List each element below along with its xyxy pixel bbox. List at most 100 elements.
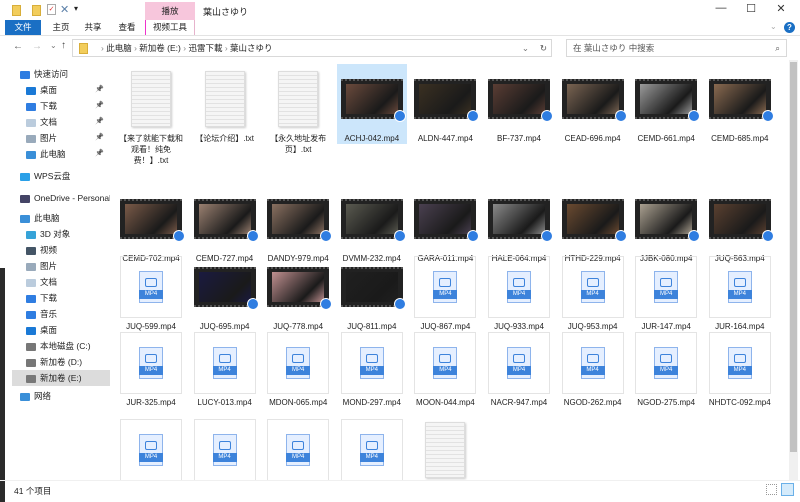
file-item[interactable]: MP4 MOND-297.mp4 <box>337 328 407 408</box>
details-view-button[interactable] <box>766 484 777 495</box>
file-item[interactable]: JUQ-695.mp4 <box>190 252 260 332</box>
pin-icon[interactable]: 📌 <box>95 114 104 130</box>
customize-toolbar-icon[interactable]: ▾ <box>74 4 78 13</box>
sidebar-item-music[interactable]: 音乐 <box>12 306 110 322</box>
file-thumbnail <box>635 68 701 130</box>
breadcrumb-drive-e[interactable]: 新加卷 (E:) <box>139 43 181 53</box>
file-item[interactable]: MP4 <box>337 415 407 480</box>
sidebar-item-star[interactable]: 快速访问 <box>12 66 110 82</box>
pin-icon[interactable]: 📌 <box>95 82 104 98</box>
close-button[interactable]: ✕ <box>768 2 794 18</box>
pin-icon[interactable]: 📌 <box>95 146 104 162</box>
maximize-button[interactable]: ☐ <box>738 2 764 18</box>
delete-icon[interactable]: ✕ <box>60 3 69 16</box>
sidebar-item-drive[interactable]: 本地磁盘 (C:) <box>12 338 110 354</box>
sidebar-item-document[interactable]: 文档 <box>12 274 110 290</box>
file-item[interactable]: MP4 <box>263 415 333 480</box>
file-item[interactable]: 【论坛介绍】.txt <box>190 64 260 144</box>
tab-video-tools[interactable]: 视频工具 <box>145 20 195 35</box>
file-item[interactable]: MP4 MOON-044.mp4 <box>410 328 480 408</box>
scrollbar-thumb[interactable] <box>790 62 797 452</box>
sidebar-item-download[interactable]: 下载 📌 <box>12 98 110 114</box>
sidebar-item-computer[interactable]: 此电脑 📌 <box>12 146 110 162</box>
tab-home[interactable]: 主页 <box>46 20 76 35</box>
file-item[interactable]: CEMD-661.mp4 <box>631 64 701 144</box>
player-badge-icon <box>541 110 553 122</box>
file-item[interactable]: MP4 JUR-325.mp4 <box>116 328 186 408</box>
back-button[interactable]: ← <box>13 41 23 52</box>
large-icons-view-button[interactable] <box>781 483 794 496</box>
sidebar-item-download[interactable]: 下载 <box>12 290 110 306</box>
file-thumbnail: MP4 <box>635 332 698 394</box>
file-item[interactable]: MP4 LUCY-013.mp4 <box>190 328 260 408</box>
tab-share[interactable]: 共享 <box>78 20 108 35</box>
up-button[interactable]: ↑ <box>61 40 66 51</box>
minimize-button[interactable]: — <box>708 2 734 18</box>
file-name: NACR-947.mp4 <box>490 398 548 407</box>
file-item[interactable]: MP4 NGOD-275.mp4 <box>631 328 701 408</box>
properties-icon[interactable]: ✓ <box>47 4 56 15</box>
new-folder-button[interactable] <box>32 5 41 16</box>
file-item[interactable]: MP4 NGOD-262.mp4 <box>558 328 628 408</box>
sidebar-item-onedrive[interactable]: OneDrive - Personal <box>12 190 110 206</box>
help-icon[interactable]: ? <box>784 22 795 33</box>
file-item[interactable]: CEAD-696.mp4 <box>558 64 628 144</box>
mp4-file-icon: MP4 <box>727 347 752 379</box>
file-item[interactable]: MP4 JUQ-599.mp4 <box>116 252 186 332</box>
video-thumbnail <box>120 199 185 242</box>
mp4-file-icon: MP4 <box>433 347 458 379</box>
breadcrumb-this-pc[interactable]: 此电脑 <box>106 43 132 53</box>
sidebar-item-cube[interactable]: 3D 对象 <box>12 226 110 242</box>
cube-icon <box>26 230 36 239</box>
file-item[interactable]: ALDN-447.mp4 <box>410 64 480 144</box>
file-item[interactable]: MP4 JUR-147.mp4 <box>631 252 701 332</box>
address-dropdown-icon[interactable]: ⌄ <box>522 40 529 56</box>
sidebar-item-desktop[interactable]: 桌面 📌 <box>12 82 110 98</box>
sidebar-item-pictures[interactable]: 图片 <box>12 258 110 274</box>
file-item[interactable]: MP4 JUR-164.mp4 <box>705 252 775 332</box>
file-item[interactable]: 【永久地址发布页】.txt <box>263 64 333 155</box>
pin-icon[interactable]: 📌 <box>95 98 104 114</box>
file-item[interactable]: ACHJ-042.mp4 <box>336 64 407 144</box>
file-item[interactable]: MP4 JUQ-953.mp4 <box>558 252 628 332</box>
recent-locations-button[interactable]: ⌄ <box>50 41 57 50</box>
sidebar-item-drive[interactable]: 新加卷 (D:) <box>12 354 110 370</box>
file-name: ALDN-447.mp4 <box>417 134 473 143</box>
context-tab-play[interactable]: 播放 <box>145 2 195 20</box>
sidebar-item-document[interactable]: 文档 📌 <box>12 114 110 130</box>
file-item[interactable]: JUQ-778.mp4 <box>263 252 333 332</box>
file-item[interactable]: MP4 NHDTC-092.mp4 <box>705 328 775 408</box>
file-name: LUCY-013.mp4 <box>197 398 252 407</box>
file-item[interactable]: MP4 NACR-947.mp4 <box>484 328 554 408</box>
sidebar-item-network[interactable]: 网络 <box>12 388 110 404</box>
sidebar-item-pictures[interactable]: 图片 📌 <box>12 130 110 146</box>
file-item[interactable]: MP4 <box>190 415 260 480</box>
file-item[interactable]: 【来了就能下载和观看！纯免费！】.txt <box>116 64 186 166</box>
address-bar[interactable]: › 此电脑 › 新加卷 (E:) › 迅雷下載 › 葉山さゆり ⌄ ↻ <box>72 39 552 57</box>
breadcrumb-current[interactable]: 葉山さゆり <box>230 43 273 53</box>
file-item[interactable]: BF-737.mp4 <box>484 64 554 144</box>
sidebar-item-desktop[interactable]: 桌面 <box>12 322 110 338</box>
file-item[interactable] <box>410 415 480 480</box>
download-icon <box>26 102 36 111</box>
tab-file[interactable]: 文件 <box>5 20 41 35</box>
refresh-button[interactable]: ↻ <box>540 40 547 56</box>
file-item[interactable]: CEMD-685.mp4 <box>705 64 775 144</box>
sidebar-item-drive[interactable]: 新加卷 (E:) <box>12 370 110 386</box>
file-item[interactable]: MP4 MDON-065.mp4 <box>263 328 333 408</box>
file-item[interactable]: MP4 JUQ-933.mp4 <box>484 252 554 332</box>
pin-icon[interactable]: 📌 <box>95 130 104 146</box>
file-item[interactable]: MP4 <box>116 415 186 480</box>
video-icon <box>26 246 36 255</box>
breadcrumb-xunlei[interactable]: 迅雷下載 <box>188 43 222 53</box>
file-item[interactable]: JUQ-811.mp4 <box>337 252 407 332</box>
file-name: NHDTC-092.mp4 <box>708 398 771 407</box>
sidebar-item-video[interactable]: 视频 <box>12 242 110 258</box>
expand-ribbon-icon[interactable]: ⌄ <box>770 22 777 31</box>
forward-button[interactable]: → <box>32 41 42 52</box>
sidebar-item-cloud[interactable]: WPS云盘 <box>12 168 110 184</box>
sidebar-item-computer[interactable]: 此电脑 <box>12 210 110 226</box>
search-input[interactable]: 在 葉山さゆり 中搜索 ⌕ <box>566 39 787 57</box>
file-item[interactable]: MP4 JUQ-867.mp4 <box>410 252 480 332</box>
tab-view[interactable]: 查看 <box>112 20 142 35</box>
